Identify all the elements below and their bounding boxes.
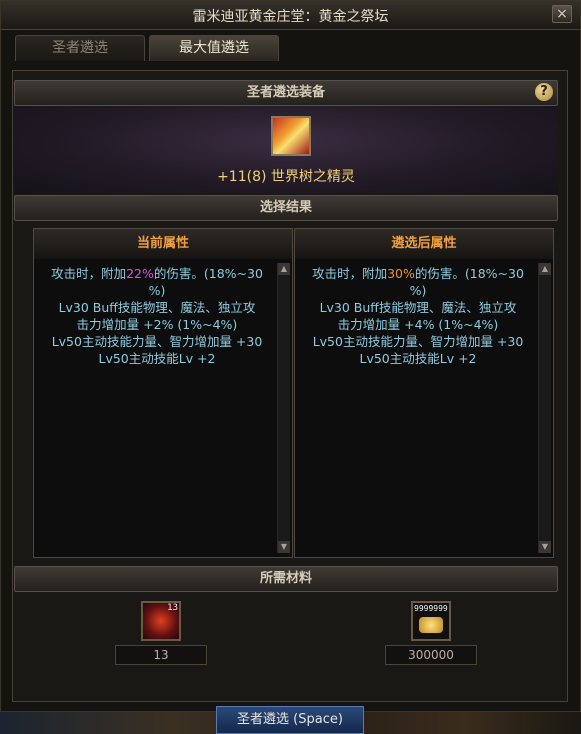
attr-value-highlight: 22% bbox=[126, 266, 154, 281]
equipment-header-label: 圣者遴选装备 bbox=[246, 85, 325, 100]
result-header: 选择结果 bbox=[14, 195, 558, 221]
attr-line: 攻击时，附加22%的伤害。(18%~30 bbox=[51, 266, 263, 281]
attr-line: Lv30 Buff技能物理、魔法、独立攻 bbox=[319, 300, 517, 315]
equipment-header: 圣者遴选装备 ? bbox=[14, 80, 558, 106]
scroll-up-icon[interactable]: ▲ bbox=[539, 263, 551, 275]
attr-line: %) bbox=[148, 283, 166, 298]
attr-line: %) bbox=[409, 283, 427, 298]
attr-value-highlight: 30% bbox=[387, 266, 415, 281]
attr-line: 攻击时，附加30%的伤害。(18%~30 bbox=[312, 266, 524, 281]
tab-saint-selection[interactable]: 圣者遴选 bbox=[15, 35, 145, 61]
attr-line: 击力增加量 +2% (1%~4%) bbox=[76, 317, 238, 332]
attr-line: Lv50主动技能力量、智力增加量 +30 bbox=[51, 334, 263, 349]
scrollbar[interactable]: ▲ ▼ bbox=[538, 263, 551, 553]
selected-attributes-text: 攻击时，附加30%的伤害。(18%~30 %) Lv30 Buff技能物理、魔法… bbox=[299, 265, 537, 367]
equipment-name: +11(8) 世界树之精灵 bbox=[217, 169, 355, 185]
scroll-down-icon[interactable]: ▼ bbox=[539, 541, 551, 553]
attr-line: Lv50主动技能Lv +2 bbox=[98, 351, 216, 366]
materials-header: 所需材料 bbox=[14, 566, 558, 592]
window-title: 雷米迪亚黄金庄堂：黄金之祭坛 bbox=[192, 9, 389, 25]
attr-line: Lv50主动技能力量、智力增加量 +30 bbox=[312, 334, 524, 349]
current-attributes-header: 当前属性 bbox=[34, 229, 292, 259]
attr-line: Lv50主动技能Lv +2 bbox=[359, 351, 477, 366]
close-button[interactable]: × bbox=[552, 5, 572, 23]
help-icon[interactable]: ? bbox=[535, 83, 553, 101]
equipment-icon[interactable] bbox=[271, 116, 311, 156]
red-orb-icon[interactable]: 13 bbox=[141, 601, 181, 641]
material-badge: 9999999 bbox=[414, 604, 448, 613]
current-attributes-box: 当前属性 攻击时，附加22%的伤害。(18%~30 %) Lv30 Buff技能… bbox=[33, 228, 293, 558]
material-count: 300000 bbox=[385, 645, 477, 665]
current-attributes-text: 攻击时，附加22%的伤害。(18%~30 %) Lv30 Buff技能物理、魔法… bbox=[38, 265, 276, 367]
gold-coins-icon[interactable]: 9999999 bbox=[411, 601, 451, 641]
scrollbar[interactable]: ▲ ▼ bbox=[277, 263, 290, 553]
selected-attributes-box: 遴选后属性 攻击时，附加30%的伤害。(18%~30 %) Lv30 Buff技… bbox=[294, 228, 554, 558]
material-count: 13 bbox=[115, 645, 207, 665]
scroll-down-icon[interactable]: ▼ bbox=[278, 541, 290, 553]
tab-max-selection[interactable]: 最大值遴选 bbox=[149, 35, 279, 61]
saint-selection-button[interactable]: 圣者遴选 (Space) bbox=[216, 706, 364, 734]
selected-attributes-header: 遴选后属性 bbox=[295, 229, 553, 259]
scroll-up-icon[interactable]: ▲ bbox=[278, 263, 290, 275]
material-badge: 13 bbox=[167, 603, 178, 613]
attr-line: 击力增加量 +4% (1%~4%) bbox=[337, 317, 499, 332]
attr-line: Lv30 Buff技能物理、魔法、独立攻 bbox=[58, 300, 256, 315]
equipment-display: +11(8) 世界树之精灵 bbox=[14, 106, 558, 194]
title-bar[interactable]: 雷米迪亚黄金庄堂：黄金之祭坛 × bbox=[1, 1, 580, 30]
